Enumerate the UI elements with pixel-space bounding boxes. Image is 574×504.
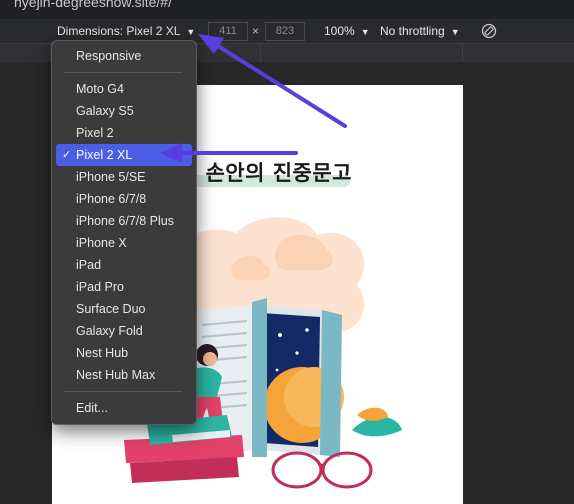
url-text: hyejin-degreeshow.site/#/ xyxy=(14,0,172,10)
menu-item-device[interactable]: Nest Hub xyxy=(56,342,192,364)
menu-item-device[interactable]: Nest Hub Max xyxy=(56,364,192,386)
menu-item-responsive[interactable]: Responsive xyxy=(56,45,192,67)
height-input[interactable]: 823 xyxy=(265,22,305,41)
throttling-label: No throttling xyxy=(380,24,445,38)
times-sign: × xyxy=(252,24,260,38)
menu-item-device[interactable]: Galaxy S5 xyxy=(56,100,192,122)
caret-down-icon: ▼ xyxy=(360,27,370,37)
menu-item-device[interactable]: iPhone 5/SE xyxy=(56,166,192,188)
caret-down-icon: ▼ xyxy=(186,27,196,37)
rotate-icon[interactable] xyxy=(480,22,498,40)
checkmark-icon: ✓ xyxy=(62,149,72,161)
menu-separator xyxy=(64,391,182,392)
menu-item-device[interactable]: iPhone 6/7/8 Plus xyxy=(56,210,192,232)
menu-item-device[interactable]: Moto G4 xyxy=(56,78,192,100)
menu-item-device[interactable]: Galaxy Fold xyxy=(56,320,192,342)
menu-item-device[interactable]: iPad Pro xyxy=(56,276,192,298)
throttling-dropdown[interactable]: No throttling ▼ xyxy=(380,19,460,43)
menu-item-device[interactable]: iPad xyxy=(56,254,192,276)
url-bar[interactable]: hyejin-degreeshow.site/#/ xyxy=(0,0,574,19)
menu-separator xyxy=(64,72,182,73)
menu-item-edit[interactable]: Edit... xyxy=(56,397,192,419)
menu-item-device[interactable]: iPhone X xyxy=(56,232,192,254)
device-dropdown-menu: Responsive Moto G4 Galaxy S5 Pixel 2 ✓ Pi… xyxy=(51,40,197,425)
menu-item-device[interactable]: Surface Duo xyxy=(56,298,192,320)
menu-item-label: Pixel 2 XL xyxy=(76,148,133,162)
dimensions-label: Dimensions: Pixel 2 XL xyxy=(57,24,181,38)
menu-item-device[interactable]: Pixel 2 xyxy=(56,122,192,144)
zoom-label: 100% xyxy=(324,24,355,38)
width-input[interactable]: 411 xyxy=(208,22,248,41)
caret-down-icon: ▼ xyxy=(450,27,460,37)
menu-item-device[interactable]: iPhone 6/7/8 xyxy=(56,188,192,210)
zoom-dropdown[interactable]: 100% ▼ xyxy=(324,19,370,43)
menu-item-device-selected[interactable]: ✓ Pixel 2 XL xyxy=(56,144,192,166)
